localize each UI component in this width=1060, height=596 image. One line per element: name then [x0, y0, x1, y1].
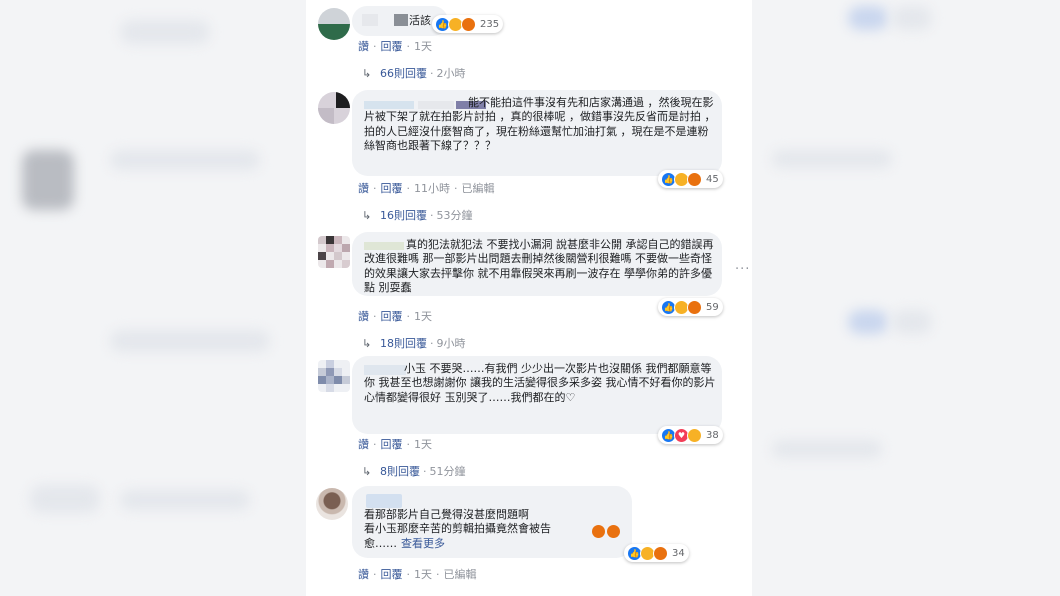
reaction-count: 34 [672, 547, 685, 559]
reaction-summary[interactable]: 👍 ♥ 38 [658, 426, 723, 444]
timestamp[interactable]: 1天 [414, 566, 432, 582]
like-button[interactable]: 讚 [358, 436, 369, 452]
blurred-left-panel [0, 0, 306, 596]
edited-label[interactable]: 已編輯 [444, 566, 477, 582]
reply-arrow-icon: ↳ [362, 66, 372, 80]
comment-bubble: 小玉 不要哭……有我們 少少出一次影片也沒關係 我們都願意等你 我甚至也想謝謝你… [352, 356, 722, 434]
more-dots-icon[interactable]: ··· [735, 262, 750, 277]
view-replies-link[interactable]: ↳ 8則回覆 · 51分鐘 [362, 463, 466, 479]
replies-time: 53分鐘 [436, 209, 473, 222]
replies-time: 9小時 [436, 337, 466, 350]
like-button[interactable]: 讚 [358, 38, 369, 54]
replies-count: 66則回覆 [380, 67, 427, 80]
timestamp[interactable]: 1天 [414, 308, 432, 324]
comment-bubble: 真的犯法就犯法 不要找小漏洞 說甚麼非公開 承認自己的錯誤再改進很難嗎 那一部影… [352, 232, 722, 296]
reaction-summary[interactable]: 👍 235 [432, 15, 504, 33]
comment-actions: 讚 · 回覆 · 1天 [358, 308, 432, 324]
angry-emoji-icon [607, 524, 620, 538]
comment-actions: 讚 · 回覆 · 1天 [358, 38, 432, 54]
replies-time: 51分鐘 [429, 465, 466, 478]
comment-text: 看那部影片自己覺得沒甚麼問題啊 看小玉那麼辛苦的剪輯拍攝竟然會被告 [364, 508, 551, 536]
reaction-count: 38 [706, 429, 719, 441]
like-button[interactable]: 讚 [358, 566, 369, 582]
replies-count: 16則回覆 [380, 209, 427, 222]
reaction-count: 45 [706, 173, 719, 185]
comment-text: 真的犯法就犯法 不要找小漏洞 說甚麼非公開 承認自己的錯誤再改進很難嗎 那一部影… [364, 238, 714, 295]
like-button[interactable]: 讚 [358, 308, 369, 324]
reaction-summary[interactable]: 👍 34 [624, 544, 689, 562]
comment-actions: 讚 · 回覆 · 1天 · 已編輯 [358, 566, 477, 582]
reply-arrow-icon: ↳ [362, 464, 372, 478]
avatar[interactable] [318, 236, 350, 268]
haha-icon [687, 427, 702, 443]
angry-icon [687, 299, 702, 315]
reaction-summary[interactable]: 👍 59 [658, 298, 723, 316]
view-replies-link[interactable]: ↳ 66則回覆 · 2小時 [362, 65, 466, 81]
comment-text: 小玉 不要哭……有我們 少少出一次影片也沒關係 我們都願意等你 我甚至也想謝謝你… [364, 362, 716, 404]
reaction-summary[interactable]: 👍 45 [658, 170, 723, 188]
timestamp[interactable]: 1天 [414, 38, 432, 54]
edited-label[interactable]: 已編輯 [462, 180, 495, 196]
avatar[interactable] [318, 360, 350, 392]
comment-text: 活該 [409, 14, 431, 27]
avatar[interactable] [318, 92, 350, 124]
reply-button[interactable]: 回覆 [381, 436, 403, 452]
comment-text: 能不能拍這件事沒有先和店家溝通過 ，然後現在影片被下架了就在拍影片討拍 ，真的很… [364, 96, 716, 153]
comment-bubble: 能不能拍這件事沒有先和店家溝通過 ，然後現在影片被下架了就在拍影片討拍 ，真的很… [352, 90, 722, 176]
comment-actions: 讚 · 回覆 · 1天 [358, 436, 432, 452]
reply-arrow-icon: ↳ [362, 208, 372, 222]
replies-count: 18則回覆 [380, 337, 427, 350]
avatar[interactable] [318, 8, 350, 40]
replies-count: 8則回覆 [380, 465, 420, 478]
reply-arrow-icon: ↳ [362, 336, 372, 350]
comment-actions: 讚 · 回覆 · 11小時 · 已編輯 [358, 180, 495, 196]
comment-bubble: 看那部影片自己覺得沒甚麼問題啊 看小玉那麼辛苦的剪輯拍攝竟然會被告 愈…… 查看更… [352, 486, 632, 558]
angry-icon [687, 171, 702, 187]
reaction-count: 235 [480, 18, 500, 30]
view-replies-link[interactable]: ↳ 18則回覆 · 9小時 [362, 335, 466, 351]
reply-button[interactable]: 回覆 [381, 180, 403, 196]
angry-icon [461, 16, 476, 32]
angry-icon [653, 545, 668, 561]
view-replies-link[interactable]: ↳ 16則回覆 · 53分鐘 [362, 207, 473, 223]
angry-emoji-icon [592, 524, 605, 538]
see-more-link[interactable]: 查看更多 [401, 537, 445, 550]
reply-button[interactable]: 回覆 [381, 308, 403, 324]
like-button[interactable]: 讚 [358, 180, 369, 196]
blurred-right-panel [752, 0, 1060, 596]
reply-button[interactable]: 回覆 [381, 566, 403, 582]
comment-text-tail: 愈…… [364, 537, 397, 550]
reply-button[interactable]: 回覆 [381, 38, 403, 54]
avatar[interactable] [316, 488, 348, 520]
reaction-count: 59 [706, 301, 719, 313]
timestamp[interactable]: 11小時 [414, 180, 450, 196]
timestamp[interactable]: 1天 [414, 436, 432, 452]
replies-time: 2小時 [436, 67, 466, 80]
